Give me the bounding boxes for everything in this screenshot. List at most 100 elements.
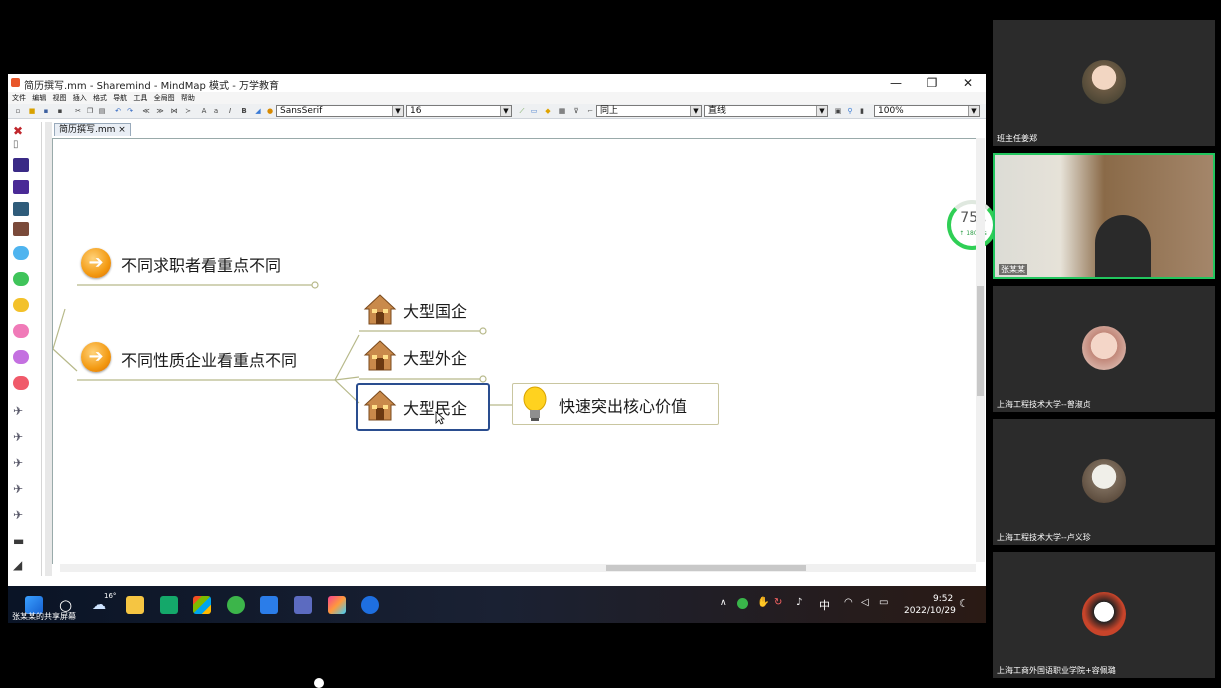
save-as-icon[interactable]: ▪	[56, 107, 64, 115]
game-icon[interactable]	[294, 596, 312, 614]
palette-scrollbar[interactable]	[45, 122, 52, 576]
menu-help[interactable]: 帮助	[181, 92, 195, 104]
volume-icon[interactable]: ◁	[861, 597, 869, 608]
copy-icon[interactable]: ❐	[86, 107, 94, 115]
store-bag-icon[interactable]	[160, 596, 178, 614]
browser-icon[interactable]	[227, 596, 245, 614]
layout-icon[interactable]: ⋈	[170, 107, 178, 115]
jet-icon[interactable]: ✈	[13, 456, 29, 470]
grid-icon[interactable]: ▦	[558, 107, 566, 115]
media-icon[interactable]	[13, 202, 29, 216]
menu-format[interactable]: 格式	[93, 92, 107, 104]
participant-tile-active-speaker[interactable]: 张某某	[993, 153, 1215, 279]
document-tab[interactable]: 简历撰写.mm ×	[54, 123, 131, 136]
film-icon[interactable]	[13, 222, 29, 236]
font-smaller-icon[interactable]: a	[212, 107, 220, 115]
edge-style-select[interactable]: 直线 ▼	[704, 105, 828, 117]
edge-color-select[interactable]: 同上 ▼	[596, 105, 702, 117]
ime-indicator[interactable]: 中	[819, 597, 830, 613]
horizontal-scrollbar[interactable]	[60, 564, 976, 572]
link-icon[interactable]: ⟋	[518, 107, 526, 115]
font-size-select[interactable]: 16 ▼	[406, 105, 512, 117]
note-icon[interactable]: ◆	[544, 107, 552, 115]
edge-tool-icon[interactable]: ⌐	[586, 107, 594, 115]
menu-global-map[interactable]: 全局图	[154, 92, 175, 104]
italic-icon[interactable]: I	[226, 107, 234, 115]
tray-sync-icon[interactable]: ↻	[774, 597, 782, 608]
font-bigger-icon[interactable]: A	[200, 107, 208, 115]
fold-icon[interactable]: ≪	[142, 107, 150, 115]
gem-purple-icon[interactable]	[13, 350, 29, 364]
tray-hand-icon[interactable]: ✋	[757, 597, 769, 608]
clock-date[interactable]: 2022/10/29	[904, 606, 956, 616]
zoom-select[interactable]: 100% ▼	[874, 105, 980, 117]
participant-tile[interactable]: 班主任姜郑	[993, 20, 1215, 146]
save-icon[interactable]: ▪	[42, 107, 50, 115]
play-icon[interactable]	[13, 180, 29, 194]
chevron-up-icon[interactable]: ∧	[720, 598, 727, 608]
close-tab-icon[interactable]: ×	[118, 125, 126, 135]
chopper-icon[interactable]: ✈	[13, 508, 29, 522]
battery-icon[interactable]: ▭	[879, 597, 888, 608]
expand-icon[interactable]: ≻	[184, 107, 192, 115]
trash-icon[interactable]: ▯	[13, 138, 29, 152]
menu-edit[interactable]: 编辑	[32, 92, 46, 104]
redo-icon[interactable]: ↷	[126, 107, 134, 115]
node-color-icon[interactable]: ◢	[254, 107, 262, 115]
horizontal-scroll-thumb[interactable]	[606, 565, 806, 571]
menu-tools[interactable]: 工具	[133, 92, 147, 104]
menu-file[interactable]: 文件	[12, 92, 26, 104]
fighter-jet-icon[interactable]: ✈	[13, 404, 29, 418]
lock-icon[interactable]: ▮	[858, 107, 866, 115]
paste-icon[interactable]: ▤	[98, 107, 106, 115]
participant-tile[interactable]: 上海工程技术大学--曾淑贞	[993, 286, 1215, 412]
gem-green-icon[interactable]	[13, 272, 29, 286]
cloud-icon[interactable]: ▭	[530, 107, 538, 115]
node-leaf[interactable]: 快速突出核心价值	[559, 393, 687, 417]
gem-yellow-icon[interactable]	[13, 298, 29, 312]
unfold-icon[interactable]: ≫	[156, 107, 164, 115]
search-icon[interactable]: ⚲	[846, 107, 854, 115]
remove-icon-icon[interactable]: ✖	[13, 124, 29, 138]
node-child-2[interactable]: 大型外企	[403, 345, 467, 369]
ship-icon[interactable]: ◢	[13, 558, 29, 572]
font-family-select[interactable]: SansSerif ▼	[276, 105, 404, 117]
undo-icon[interactable]: ↶	[114, 107, 122, 115]
notification-icon[interactable]: ☾	[959, 597, 969, 610]
menu-view[interactable]: 视图	[52, 92, 66, 104]
gem-red-icon[interactable]	[13, 376, 29, 390]
mindmap-canvas[interactable]: ➔ 不同求职者看重点不同 ➔ 不同性质企业看重点不同 大型国企 大型外企 大型民…	[52, 138, 997, 564]
tray-app-icon[interactable]	[737, 598, 748, 609]
cut-icon[interactable]: ✂	[74, 107, 82, 115]
open-folder-icon[interactable]: ■	[28, 107, 36, 115]
mindmap-app-taskbar-icon[interactable]	[328, 596, 346, 614]
participant-tile[interactable]: 上海工程技术大学--卢义珍	[993, 419, 1215, 545]
wifi-icon[interactable]: ◠	[844, 597, 853, 608]
plane-icon[interactable]: ✈	[13, 482, 29, 496]
export-icon[interactable]: ▣	[834, 107, 842, 115]
close-button[interactable]: ✕	[950, 74, 986, 92]
maximize-button[interactable]: ❐	[914, 74, 950, 92]
microsoft-store-icon[interactable]	[193, 596, 211, 614]
menu-navigate[interactable]: 导航	[113, 92, 127, 104]
filter-icon[interactable]: ⊽	[572, 107, 580, 115]
vertical-scroll-thumb[interactable]	[977, 286, 984, 396]
participant-tile[interactable]: 上海工商外国语职业学院+容佩璐	[993, 552, 1215, 678]
gem-pink-icon[interactable]	[13, 324, 29, 338]
node-child-1[interactable]: 大型国企	[403, 298, 467, 322]
minimize-button[interactable]: —	[878, 74, 914, 92]
gem-blue-icon[interactable]	[13, 246, 29, 260]
clock-time[interactable]: 9:52	[933, 594, 953, 604]
file-explorer-icon[interactable]	[126, 596, 144, 614]
bold-icon[interactable]: B	[240, 107, 248, 115]
menu-insert[interactable]: 插入	[73, 92, 87, 104]
video-icon[interactable]	[13, 158, 29, 172]
meeting-app-icon[interactable]	[260, 596, 278, 614]
helicopter-icon[interactable]: ✈	[13, 430, 29, 444]
lingo-app-icon[interactable]	[361, 596, 379, 614]
highlight-icon[interactable]: ●	[266, 107, 274, 115]
microphone-icon[interactable]: ♪	[796, 597, 802, 608]
vertical-scrollbar[interactable]	[976, 138, 985, 562]
tank-icon[interactable]: ▬	[13, 534, 29, 548]
node-branch-1[interactable]: 不同求职者看重点不同	[121, 252, 281, 276]
